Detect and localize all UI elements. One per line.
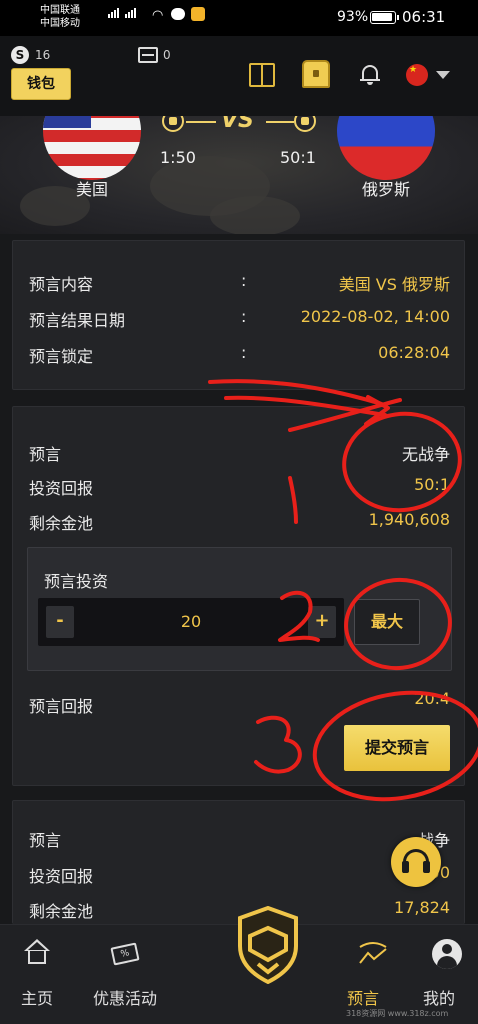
wallet-button[interactable]: 钱包 — [11, 68, 71, 100]
shield-logo-icon[interactable] — [236, 906, 300, 984]
profile-icon — [432, 939, 462, 969]
invest-title: 预言投资 — [44, 572, 109, 591]
max-button[interactable]: 最大 — [354, 599, 420, 645]
return-value: 50:1 — [414, 475, 450, 494]
bet-panel: 预言 无战争 投资回报 50:1 剩余金池 1,940,608 预言投资 - 2… — [12, 406, 465, 786]
prediction-info-panel: 预言内容 : 美国 VS 俄罗斯 预言结果日期 : 2022-08-02, 14… — [12, 240, 465, 390]
chevron-down-icon[interactable] — [436, 71, 450, 79]
info-value: 06:28:04 — [378, 343, 450, 362]
payout-value: 20.4 — [414, 689, 450, 708]
app-header: S 16 钱包 0 — [0, 36, 478, 116]
chat-app-icon — [171, 8, 185, 20]
prediction-label: 预言 — [29, 831, 62, 850]
coin-count: 16 — [35, 48, 51, 62]
prediction-icon — [359, 942, 387, 964]
prediction-label: 预言 — [29, 445, 62, 464]
team-left-name: 美国 — [75, 180, 108, 199]
coupon-icon: % — [110, 942, 140, 966]
invest-box: 预言投资 - 20 + 最大 — [27, 547, 452, 671]
odds-right: 50:1 — [280, 148, 316, 167]
info-value: 2022-08-02, 14:00 — [300, 307, 450, 326]
battery-icon — [370, 11, 399, 24]
info-value: 美国 VS 俄罗斯 — [338, 275, 450, 294]
team-right-name: 俄罗斯 — [361, 180, 410, 199]
status-bar: 中国联通 中国移动 ◠ 93% 06:31 — [0, 0, 478, 36]
info-label: 预言锁定 — [29, 347, 94, 366]
handshake-icon — [162, 116, 184, 132]
usa-flag-icon — [43, 116, 141, 180]
odds-left: 1:50 — [160, 148, 196, 167]
pool-label: 剩余金池 — [29, 514, 94, 533]
battery-percent: 93% — [337, 9, 369, 25]
coin-icon: S — [11, 46, 29, 64]
carrier-2: 中国移动 — [40, 18, 80, 29]
carrier-1: 中国联通 — [40, 5, 80, 16]
ticket-icon[interactable] — [138, 47, 158, 63]
gift-icon[interactable] — [249, 63, 275, 87]
signal-icon — [108, 8, 136, 18]
decrement-button[interactable]: - — [46, 606, 74, 638]
submit-prediction-button[interactable]: 提交预言 — [344, 725, 450, 771]
pool-label: 剩余金池 — [29, 902, 94, 921]
handshake-icon — [294, 116, 316, 132]
russia-flag-icon — [337, 116, 435, 180]
payout-label: 预言回报 — [29, 697, 94, 716]
nav-item-promotions[interactable]: % 优惠活动 — [84, 925, 166, 1024]
match-banner: VS 1:50 50:1 美国 俄罗斯 — [0, 116, 478, 234]
watermark: 318资源网 www.318z.com — [346, 1009, 449, 1018]
info-label: 预言内容 — [29, 275, 94, 294]
info-label: 预言结果日期 — [29, 311, 126, 330]
home-icon — [24, 939, 50, 965]
clock: 06:31 — [402, 8, 446, 26]
china-flag-icon[interactable] — [406, 64, 428, 86]
nav-label: 预言 — [346, 989, 379, 1008]
pool-value: 17,824 — [394, 898, 450, 917]
ticket-count: 0 — [163, 48, 171, 62]
pool-value: 1,940,608 — [368, 510, 450, 529]
carrier-info: 中国联通 中国移动 — [40, 4, 80, 30]
nav-label: 主页 — [20, 989, 53, 1008]
return-label: 投资回报 — [29, 867, 94, 886]
amount-stepper: - 20 + — [38, 598, 344, 646]
nav-label: 我的 — [422, 989, 455, 1008]
bell-icon[interactable] — [360, 63, 380, 85]
treasure-chest-icon[interactable] — [302, 60, 330, 88]
wifi-icon: ◠ — [152, 8, 164, 23]
return-label: 投资回报 — [29, 479, 94, 498]
nav-item-home[interactable]: 主页 — [14, 925, 60, 1024]
customer-support-button[interactable] — [391, 837, 441, 887]
app-notification-icon — [191, 7, 205, 21]
prediction-value: 无战争 — [401, 445, 450, 464]
vs-label: VS — [221, 116, 254, 133]
amount-input[interactable]: 20 — [78, 612, 304, 631]
increment-button[interactable]: + — [308, 606, 336, 638]
nav-label: 优惠活动 — [92, 989, 157, 1008]
